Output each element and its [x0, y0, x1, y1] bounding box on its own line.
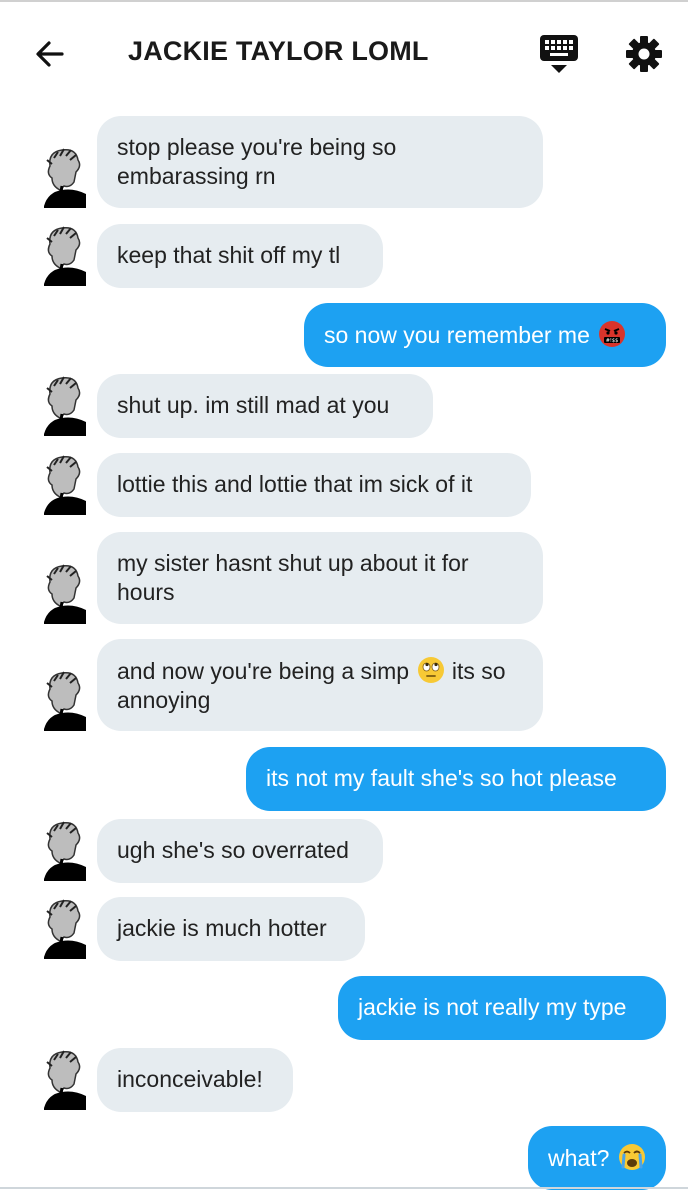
message-text: so now you remember me [324, 322, 590, 348]
avatar[interactable] [40, 819, 90, 881]
outgoing-message-bubble: jackie is not really my type [338, 976, 666, 1040]
incoming-message-bubble: inconceivable! [97, 1048, 293, 1112]
avatar[interactable] [40, 1048, 90, 1110]
incoming-message-bubble: keep that shit off my tl [97, 224, 383, 288]
avatar[interactable] [40, 453, 90, 515]
message-text: and now you're being a simp [117, 658, 410, 684]
avatar[interactable] [40, 146, 90, 208]
message-text: my sister hasnt shut up about it for hou… [117, 550, 469, 605]
message-text: what? [548, 1145, 610, 1171]
gear-icon[interactable] [624, 34, 664, 74]
incoming-message-bubble: shut up. im still mad at you [97, 374, 433, 438]
avatar[interactable] [40, 562, 90, 624]
incoming-message-bubble: stop please you're being so embarassing … [97, 116, 543, 208]
message-text: lottie this and lottie that im sick of i… [117, 471, 473, 497]
message-text: inconceivable! [117, 1066, 263, 1092]
incoming-message-bubble: and now you're being a simp its so annoy… [97, 639, 543, 731]
incoming-message-bubble: my sister hasnt shut up about it for hou… [97, 532, 543, 624]
message-text: keep that shit off my tl [117, 242, 341, 268]
message-text: jackie is not really my type [358, 994, 627, 1020]
back-arrow-icon[interactable] [30, 34, 70, 74]
svg-text:#!$$: #!$$ [606, 338, 619, 344]
outgoing-message-bubble: its not my fault she's so hot please [246, 747, 666, 811]
bottom-divider [0, 1187, 688, 1189]
incoming-message-bubble: jackie is much hotter [97, 897, 365, 961]
app-header: JACKIE TAYLOR LOML [0, 0, 688, 104]
keyboard-icon[interactable] [538, 32, 580, 76]
message-text: its not my fault she's so hot please [266, 765, 617, 791]
avatar[interactable] [40, 897, 90, 959]
avatar[interactable] [40, 669, 90, 731]
incoming-message-bubble: lottie this and lottie that im sick of i… [97, 453, 531, 517]
incoming-message-bubble: ugh she's so overrated [97, 819, 383, 883]
message-text: jackie is much hotter [117, 915, 327, 941]
message-text: ugh she's so overrated [117, 837, 349, 863]
message-text: stop please you're being so embarassing … [117, 134, 397, 189]
avatar[interactable] [40, 374, 90, 436]
outgoing-message-bubble: so now you remember me #!$$ [304, 303, 666, 367]
crying-face-icon [618, 1144, 645, 1170]
avatar[interactable] [40, 224, 90, 286]
eye-roll-face-icon [418, 657, 445, 683]
outgoing-message-bubble: what? [528, 1126, 666, 1190]
message-thread: stop please you're being so embarassing … [0, 104, 688, 1200]
message-text: shut up. im still mad at you [117, 392, 390, 418]
conversation-title: JACKIE TAYLOR LOML [128, 36, 429, 66]
angry-cursing-face-icon: #!$$ [599, 321, 626, 347]
